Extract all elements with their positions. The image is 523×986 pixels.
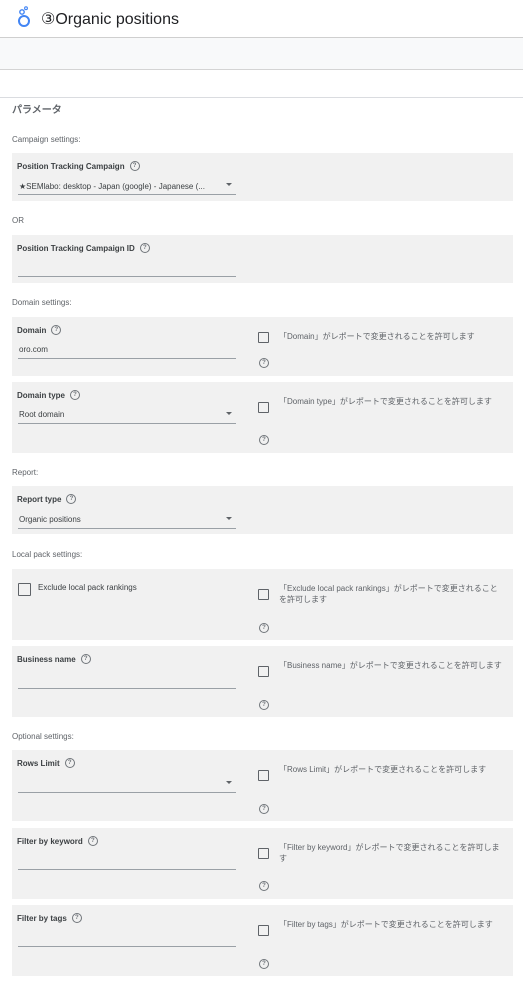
params-heading: パラメータ (12, 105, 62, 116)
allow-exclude-local-checkbox[interactable] (258, 589, 269, 600)
allow-domain-checkbox[interactable] (258, 332, 269, 343)
section-or: OR (12, 216, 24, 225)
card-rows-limit: Rows Limit ? 「Rows Limit」がレポートで変更されることを許… (12, 750, 513, 821)
help-icon[interactable]: ? (259, 700, 269, 710)
chevron-down-icon[interactable] (226, 781, 232, 784)
field-label-rows-limit: Rows Limit ? (17, 758, 75, 768)
help-icon[interactable]: ? (259, 959, 269, 969)
help-icon[interactable]: ? (259, 881, 269, 891)
section-optional: Optional settings: (12, 732, 74, 741)
allow-domain-type-checkbox[interactable] (258, 402, 269, 413)
looker-studio-icon (18, 6, 30, 27)
section-domain: Domain settings: (12, 298, 72, 307)
report-type-select-value[interactable]: Organic positions (19, 515, 209, 524)
help-icon[interactable]: ? (71, 913, 82, 923)
domain-type-select-value[interactable]: Root domain (19, 410, 209, 419)
app-header: ③Organic positions (0, 0, 523, 38)
rows-limit-underline (18, 792, 236, 793)
campaign-select-value[interactable]: ★SEMlabo: desktop - Japan (google) - Jap… (19, 182, 219, 191)
field-label-domain-type: Domain type ? (17, 390, 81, 400)
chevron-down-icon[interactable] (226, 183, 232, 186)
field-label-campaign-id: Position Tracking Campaign ID ? (17, 243, 150, 253)
card-filter-tags: Filter by tags ? 「Filter by tags」がレポートで変… (12, 905, 513, 976)
card-campaign: Position Tracking Campaign ? ★SEMlabo: d… (12, 153, 513, 201)
allow-business-name-checkbox[interactable] (258, 666, 269, 677)
allow-domain-label: 「Domain」がレポートで変更されることを許可します (279, 332, 475, 341)
field-label-filter-keyword: Filter by keyword ? (17, 836, 98, 846)
section-campaign: Campaign settings: (12, 135, 81, 144)
allow-domain-type-label: 「Domain type」がレポートで変更されることを許可します (279, 397, 492, 406)
help-icon[interactable]: ? (70, 390, 81, 400)
exclude-local-label: Exclude local pack rankings (38, 583, 137, 592)
card-domain: Domain ? oro.com 「Domain」がレポートで変更されることを許… (12, 317, 513, 376)
help-icon[interactable]: ? (129, 161, 140, 171)
domain-type-underline (18, 423, 236, 424)
filter-tags-underline (18, 946, 236, 947)
card-exclude-local: Exclude local pack rankings 「Exclude loc… (12, 569, 513, 640)
chevron-down-icon[interactable] (226, 517, 232, 520)
help-icon[interactable]: ? (51, 325, 62, 335)
divider (0, 97, 523, 98)
business-name-underline (18, 688, 236, 689)
field-label-business-name: Business name ? (17, 654, 91, 664)
card-domain-type: Domain type ? Root domain 「Domain type」が… (12, 382, 513, 453)
help-icon[interactable]: ? (66, 494, 77, 504)
card-business-name: Business name ? 「Business name」がレポートで変更さ… (12, 646, 513, 717)
allow-filter-keyword-checkbox[interactable] (258, 848, 269, 859)
domain-underline (18, 358, 236, 359)
campaign-id-underline (18, 276, 236, 277)
toolbar (0, 38, 523, 70)
field-label-filter-tags: Filter by tags ? (17, 913, 82, 923)
filter-keyword-underline (18, 869, 236, 870)
allow-rows-limit-checkbox[interactable] (258, 770, 269, 781)
page-title: ③Organic positions (41, 11, 179, 28)
allow-rows-limit-label: 「Rows Limit」がレポートで変更されることを許可します (279, 765, 487, 774)
allow-filter-tags-label: 「Filter by tags」がレポートで変更されることを許可します (279, 920, 493, 929)
card-filter-keyword: Filter by keyword ? 「Filter by keyword」が… (12, 828, 513, 899)
field-label-domain: Domain ? (17, 325, 62, 335)
help-icon[interactable]: ? (64, 758, 75, 768)
help-icon[interactable]: ? (80, 654, 91, 664)
field-label-report-type: Report type ? (17, 494, 77, 504)
help-icon[interactable]: ? (259, 623, 269, 633)
help-icon[interactable]: ? (259, 358, 269, 368)
campaign-select-underline (18, 194, 236, 195)
allow-filter-tags-checkbox[interactable] (258, 925, 269, 936)
domain-input[interactable]: oro.com (19, 345, 229, 354)
help-icon[interactable]: ? (139, 243, 150, 253)
allow-exclude-local-label: 「Exclude local pack rankings」がレポートで変更される… (279, 584, 498, 604)
help-icon[interactable]: ? (259, 804, 269, 814)
allow-filter-keyword-label: 「Filter by keyword」がレポートで変更されることを許可します (279, 843, 500, 863)
exclude-local-checkbox[interactable] (18, 583, 31, 596)
report-type-underline (18, 528, 236, 529)
chevron-down-icon[interactable] (226, 412, 232, 415)
card-campaign-id: Position Tracking Campaign ID ? (12, 235, 513, 283)
section-report: Report: (12, 468, 39, 477)
section-local: Local pack settings: (12, 550, 83, 559)
help-icon[interactable]: ? (87, 836, 98, 846)
field-label-campaign: Position Tracking Campaign ? (17, 161, 140, 171)
allow-business-name-label: 「Business name」がレポートで変更されることを許可します (279, 661, 502, 670)
card-report-type: Report type ? Organic positions (12, 486, 513, 534)
help-icon[interactable]: ? (259, 435, 269, 445)
